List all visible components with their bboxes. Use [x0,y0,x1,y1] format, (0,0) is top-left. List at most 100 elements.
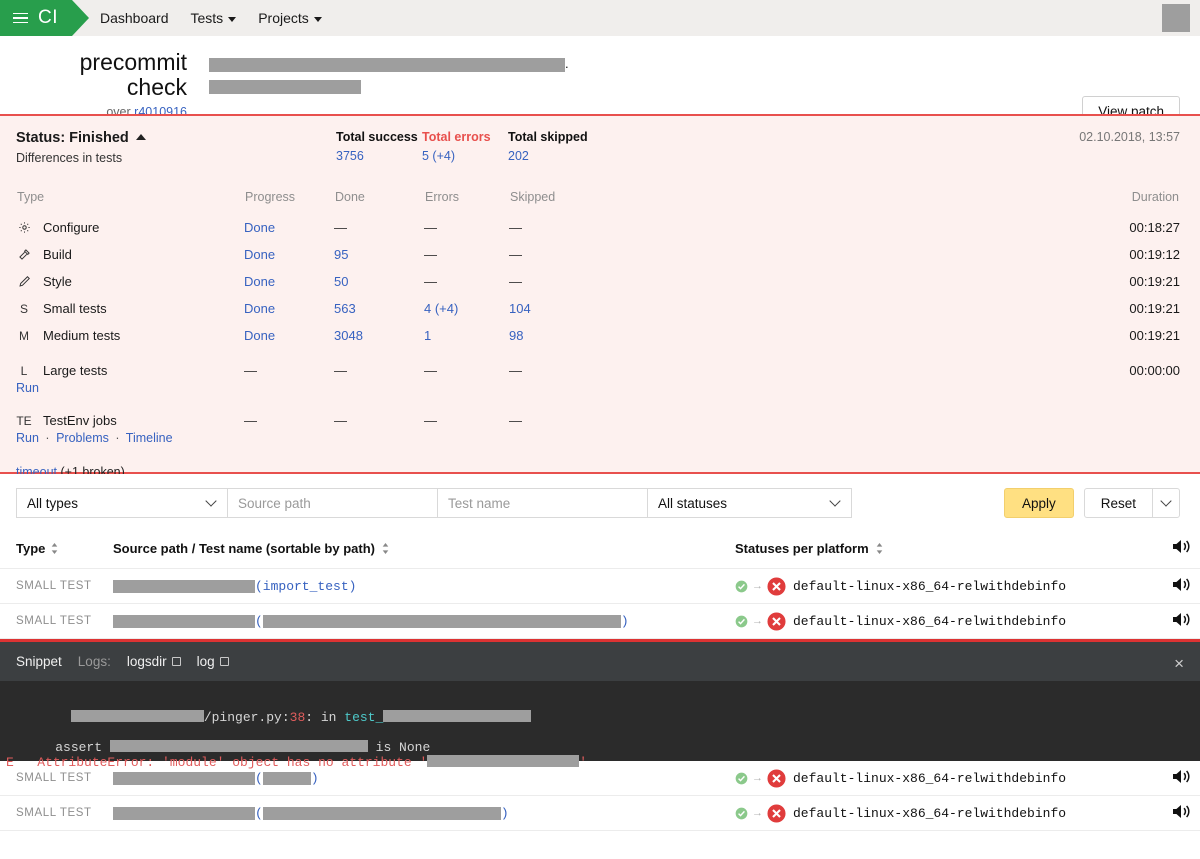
title-left: precommit check over r4010916 [22,49,187,118]
step-link-run[interactable]: Run [16,431,39,445]
step-errors: — [424,363,437,378]
apply-button[interactable]: Apply [1003,488,1074,518]
sort-icon[interactable] [876,542,883,554]
step-progress[interactable]: Done [244,274,275,289]
step-errors[interactable]: 4 (+4) [424,301,458,316]
sound-icon[interactable] [1172,611,1192,631]
step-done[interactable]: 3048 [334,328,363,343]
close-icon[interactable]: × [1174,655,1184,672]
step-name: Medium tests [43,328,121,343]
sound-icon[interactable] [1172,538,1192,558]
error-icon[interactable] [767,768,786,788]
nav-item-projects[interactable]: Projects [258,10,322,26]
row-path[interactable]: () [113,771,735,786]
step-progress[interactable]: Done [244,328,275,343]
snippet-line-1: /pinger.py:38: in test_ [24,695,1200,740]
success-icon [735,580,748,593]
table-row: Build Done 95 — — 00:19:12 [16,241,1180,268]
results-table-bottom: SMALL TEST () → default-linux-x86_64-rel… [0,761,1200,831]
step-link-problems[interactable]: Problems [56,431,109,445]
logs-label: Logs: [77,654,111,669]
chevron-down-icon [829,495,841,507]
chevron-down-icon [313,16,322,22]
reset-button[interactable]: Reset [1083,488,1153,518]
redacted-bar [262,806,501,820]
table-row: M Medium tests Done 3048 1 98 00:19:21 [16,322,1180,349]
step-done[interactable]: 563 [334,301,356,316]
success-icon [735,772,748,785]
column-header-statuses[interactable]: Statuses per platform [735,538,1200,558]
size-letter-icon: S [19,302,28,316]
row-path[interactable]: () [113,806,735,821]
log-link[interactable]: log [197,654,229,669]
error-icon[interactable] [767,576,786,596]
column-header-progress: Progress [245,190,296,204]
table-header-row: Type Progress Done Errors Skipped Durati… [16,189,1180,214]
filter-group: All types Source path Test name All stat… [16,488,852,518]
step-skipped[interactable]: 104 [509,301,531,316]
table-row[interactable]: SMALL TEST (import_test) → default-linux… [0,569,1200,604]
table-row: S Small tests Done 563 4 (+4) 104 00:19:… [16,295,1180,322]
sort-icon[interactable] [382,542,389,554]
logo-button[interactable]: CI [0,0,72,36]
test-name-placeholder: Test name [448,495,511,511]
sound-icon[interactable] [1172,803,1192,823]
source-path-input[interactable]: Source path [227,488,438,518]
snippet-body: /pinger.py:38: in test_ assert is None E… [0,681,1200,770]
step-skipped: — [509,363,522,378]
step-progress[interactable]: Done [244,247,275,262]
hamburger-menu-icon[interactable] [13,12,28,24]
row-type: SMALL TEST [16,807,92,819]
avatar[interactable] [1162,4,1190,32]
nav-item-tests[interactable]: Tests [191,10,237,26]
column-header-errors: Errors [425,190,460,204]
page-header: precommit check over r4010916 . View pat… [0,36,1200,127]
status-subtitle: Differences in tests [16,151,123,165]
step-skipped: — [509,247,522,262]
snippet-sep: : in [305,710,345,725]
sound-icon[interactable] [1172,768,1192,788]
step-errors[interactable]: 1 [424,328,431,343]
type-filter-select[interactable]: All types [16,488,228,518]
step-skipped[interactable]: 98 [509,328,523,343]
nav-item-dashboard[interactable]: Dashboard [100,10,169,26]
row-statuses: → default-linux-x86_64-relwithdebinfo [735,611,1200,631]
top-navigation-bar: CI Dashboard Tests Projects [0,0,1200,36]
tab-snippet[interactable]: Snippet [16,654,62,669]
step-done[interactable]: 95 [334,247,348,262]
status-filter-select[interactable]: All statuses [647,488,852,518]
step-link-timeline[interactable]: Timeline [126,431,173,445]
table-row[interactable]: SMALL TEST () → default-linux-x86_64-rel… [0,604,1200,639]
size-letter-icon: L [20,364,28,378]
total-value[interactable]: 5 (+4) [422,149,508,163]
step-duration: 00:00:00 [1129,363,1180,378]
snippet-file: /pinger.py [203,710,282,725]
row-platform: default-linux-x86_64-relwithdebinfo [793,770,1067,786]
column-header-duration: Duration [1131,190,1179,204]
step-link-run[interactable]: Run [16,381,39,395]
step-done[interactable]: 50 [334,274,348,289]
chevron-up-icon[interactable] [135,134,146,140]
row-path[interactable]: () [113,614,735,629]
step-progress: — [244,363,257,378]
error-icon[interactable] [767,803,786,823]
total-value[interactable]: 3756 [336,149,422,163]
row-path[interactable]: (import_test) [113,579,735,594]
filter-actions: Apply Reset [1003,488,1180,518]
logsdir-link[interactable]: logsdir [127,654,181,669]
step-progress[interactable]: Done [244,220,275,235]
filter-bar: All types Source path Test name All stat… [0,474,1200,530]
step-progress[interactable]: Done [244,301,275,316]
row-test-name: (import_test) [255,578,357,594]
sort-icon[interactable] [51,542,58,554]
total-value[interactable]: 202 [508,149,618,163]
redacted-bar [113,771,255,785]
error-icon[interactable] [767,611,786,631]
column-header-path[interactable]: Source path / Test name (sortable by pat… [113,541,735,556]
reset-dropdown-button[interactable] [1152,488,1180,518]
total-label: Total success [336,130,418,144]
table-row[interactable]: SMALL TEST () → default-linux-x86_64-rel… [0,796,1200,831]
sound-icon[interactable] [1172,576,1192,596]
column-header-type[interactable]: Type [16,541,113,556]
test-name-input[interactable]: Test name [437,488,648,518]
